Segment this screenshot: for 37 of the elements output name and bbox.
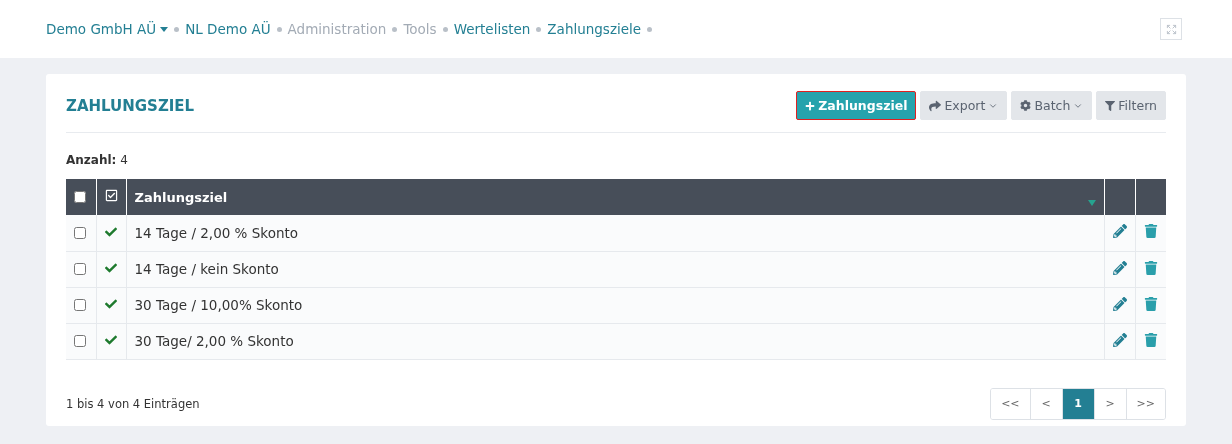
row-checkbox[interactable] bbox=[74, 226, 86, 239]
page-button[interactable]: 1 bbox=[1061, 388, 1094, 419]
edit-icon[interactable] bbox=[1112, 296, 1127, 311]
row-checkbox[interactable] bbox=[74, 299, 86, 311]
count-text: Anzahl: 4 bbox=[66, 153, 129, 167]
share-icon bbox=[929, 99, 942, 112]
filter-icon bbox=[1105, 100, 1116, 111]
batch-button[interactable]: Batch bbox=[1011, 91, 1093, 120]
table-cell: 14 Tage / kein Skonto bbox=[134, 261, 279, 277]
edit-icon[interactable] bbox=[1112, 224, 1127, 239]
delete-icon[interactable] bbox=[1143, 260, 1158, 275]
select-all-checkbox[interactable] bbox=[74, 191, 86, 203]
delete-icon[interactable] bbox=[1143, 224, 1158, 239]
edit-icon[interactable] bbox=[1112, 260, 1127, 275]
add-button[interactable]: Zahlungsziel bbox=[796, 91, 917, 120]
plus-icon bbox=[805, 100, 816, 111]
row-checkbox[interactable] bbox=[74, 263, 86, 275]
edit-icon[interactable] bbox=[1112, 332, 1127, 347]
page-title: ZAHLUNGSZIEL bbox=[66, 96, 195, 115]
row-checkbox[interactable] bbox=[74, 335, 86, 347]
delete-icon[interactable] bbox=[1143, 332, 1158, 347]
entries-summary: 1 bis 4 von 4 Einträgen bbox=[66, 396, 200, 411]
sort-icon[interactable] bbox=[1087, 200, 1096, 206]
export-button[interactable]: Export bbox=[920, 91, 1008, 120]
table-cell: 30 Tage / 10,00% Skonto bbox=[134, 297, 303, 313]
settings-icon bbox=[1020, 100, 1032, 111]
column-header[interactable]: Zahlungsziel bbox=[134, 189, 228, 205]
delete-icon[interactable] bbox=[1143, 296, 1158, 311]
breadcrumb-link[interactable]: Zahlungsziele bbox=[547, 21, 642, 37]
breadcrumb-link[interactable]: Wertelisten bbox=[453, 21, 531, 37]
expand-icon bbox=[1165, 23, 1177, 35]
breadcrumb-link[interactable]: NL Demo AÜ bbox=[185, 21, 271, 37]
filter-button[interactable]: Filtern bbox=[1096, 91, 1166, 120]
table-cell: 14 Tage / 2,00 % Skonto bbox=[134, 224, 298, 241]
breadcrumb-link[interactable]: Demo GmbH AÜ bbox=[46, 21, 169, 37]
page-button[interactable]: >> bbox=[1125, 388, 1165, 419]
table-cell: 30 Tage/ 2,00 % Skonto bbox=[134, 333, 294, 349]
